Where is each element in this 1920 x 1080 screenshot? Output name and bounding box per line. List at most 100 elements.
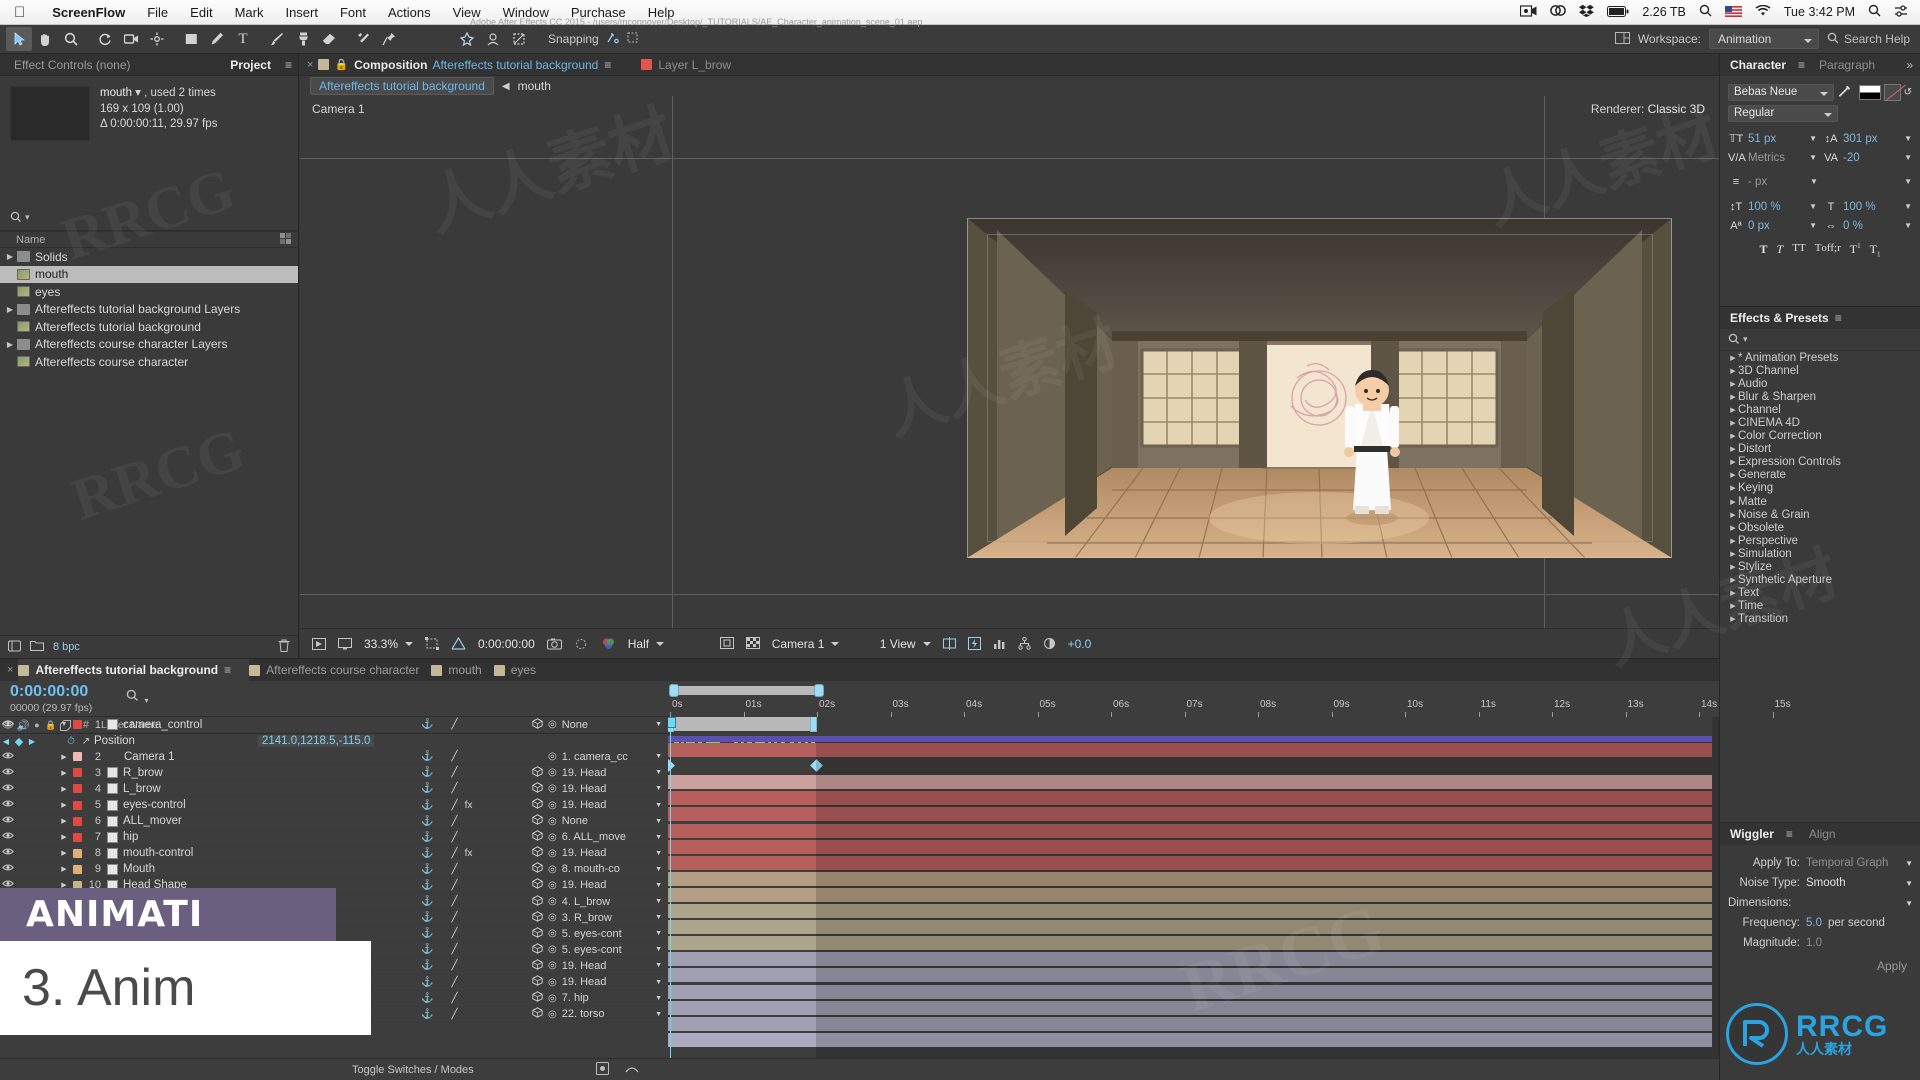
layer-3d-toggle[interactable]: [526, 766, 548, 780]
menu-item-font[interactable]: Font: [329, 5, 377, 20]
quality-toggle[interactable]: ╱: [449, 1009, 460, 1020]
tab-project[interactable]: Project: [222, 58, 279, 72]
layer-name-cell[interactable]: L_brow: [107, 783, 421, 795]
pickwhip-icon[interactable]: ◎: [548, 848, 557, 859]
tab-character[interactable]: Character: [1720, 58, 1792, 72]
effects-category-item[interactable]: ▶ Synthetic Aperture: [1720, 574, 1920, 587]
snapping-group[interactable]: Snapping: [548, 31, 639, 47]
shy-toggle[interactable]: ⚓: [421, 944, 432, 955]
stroke-style-chevron-icon[interactable]: ▼: [1904, 177, 1912, 186]
chevron-down-icon[interactable]: ▼: [1904, 202, 1912, 211]
pickwhip-icon[interactable]: ◎: [548, 880, 557, 891]
disclosure-triangle-icon[interactable]: ▶: [1728, 537, 1738, 545]
eyedropper-icon[interactable]: [1838, 85, 1851, 101]
panel-menu-icon[interactable]: ≡: [279, 58, 298, 72]
timeline-track[interactable]: [668, 742, 1719, 758]
show-channel-icon[interactable]: [595, 634, 622, 654]
tab-effect-controls[interactable]: Effect Controls (none): [0, 58, 145, 72]
disclosure-triangle-icon[interactable]: ▶: [1728, 550, 1738, 558]
project-list-item[interactable]: ▶ Solids: [0, 248, 298, 266]
project-list-item[interactable]: Aftereffects tutorial background: [0, 318, 298, 336]
disclosure-triangle-icon[interactable]: ▶: [1728, 419, 1738, 427]
camera-view-select[interactable]: Camera 1: [766, 634, 874, 654]
quality-toggle[interactable]: ╱: [449, 783, 460, 794]
frequency-value[interactable]: 5.0: [1806, 917, 1822, 929]
quality-toggle[interactable]: ╱: [449, 944, 460, 955]
layer-duration-bar[interactable]: [668, 920, 1712, 934]
frequency-row[interactable]: Frequency: 5.0 per second: [1720, 913, 1920, 933]
all-caps-button[interactable]: TT: [1792, 242, 1805, 258]
shy-toggle[interactable]: ⚓: [421, 928, 432, 939]
work-area-right-cap[interactable]: [810, 717, 817, 732]
interpret-footage-icon[interactable]: [8, 640, 21, 655]
menu-item-file[interactable]: File: [136, 5, 179, 20]
effects-category-item[interactable]: ▶ Color Correction: [1720, 430, 1920, 443]
layer-name-cell[interactable]: hip: [107, 831, 421, 843]
effects-category-item[interactable]: ▶ Obsolete: [1720, 521, 1920, 534]
us-flag-icon[interactable]: [1725, 5, 1742, 20]
dimensions-row[interactable]: Dimensions: ▼: [1720, 893, 1920, 913]
transparency-grid-icon[interactable]: [740, 634, 766, 654]
layer-visibility-toggle[interactable]: [0, 783, 16, 795]
disclosure-triangle-icon[interactable]: ▶: [1728, 511, 1738, 519]
project-list-item[interactable]: ▶ Aftereffects course character Layers: [0, 336, 298, 354]
region-of-interest-icon[interactable]: [419, 634, 445, 654]
chevron-down-icon[interactable]: ▼: [655, 769, 668, 776]
resolution-select[interactable]: Half: [622, 634, 714, 654]
layer-name-cell[interactable]: camera_control: [107, 719, 421, 731]
apply-to-row[interactable]: Apply To: Temporal Graph ▼: [1720, 853, 1920, 873]
effects-category-item[interactable]: ▶ Simulation: [1720, 547, 1920, 560]
timeline-ruler[interactable]: 0s 01s 02s 03s 04s 05s 06s 07s 08s 09s 10s 11s 12s 13…: [668, 681, 1719, 717]
layer-parent-select[interactable]: ◎ 6. ALL_move ▼: [548, 831, 668, 843]
exposure-value[interactable]: +0.0: [1062, 634, 1098, 654]
disclosure-triangle-icon[interactable]: ▶: [1728, 615, 1738, 623]
rotation-tool[interactable]: [92, 27, 118, 51]
chevron-down-icon[interactable]: ▼: [1809, 153, 1817, 162]
close-icon[interactable]: ×: [0, 664, 18, 676]
timeline-layer-row[interactable]: ▶ 4 L_brow ⚓ ╱ ◎ 19. Head ▼: [0, 781, 668, 797]
quality-toggle[interactable]: ╱: [449, 912, 460, 923]
composition-name[interactable]: Aftereffects tutorial background: [432, 58, 598, 72]
layer-label-color[interactable]: [70, 720, 85, 729]
puppet-starch-tool[interactable]: [454, 27, 480, 51]
chevron-down-icon[interactable]: ▼: [655, 995, 668, 1002]
layer-name-cell[interactable]: mouth-control: [107, 847, 421, 859]
pen-tool[interactable]: [204, 27, 230, 51]
layer-duration-bar[interactable]: [668, 904, 1712, 918]
tab-effects-presets[interactable]: Effects & Presets: [1730, 311, 1829, 325]
disclosure-triangle-icon[interactable]: ▶: [1728, 589, 1738, 597]
layer-3d-toggle[interactable]: [526, 991, 548, 1005]
chevron-down-icon[interactable]: ▼: [1905, 879, 1913, 888]
quality-toggle[interactable]: ╱: [449, 719, 460, 730]
disclosure-triangle-icon[interactable]: ▶: [1728, 367, 1738, 375]
layer-expand-triangle-icon[interactable]: ▶: [58, 801, 70, 809]
layer-visibility-toggle[interactable]: [0, 863, 16, 875]
main-viewer-icon[interactable]: [332, 634, 358, 654]
search-help-group[interactable]: Search Help: [1827, 32, 1910, 47]
layer-3d-toggle[interactable]: [526, 814, 548, 828]
layer-duration-bar[interactable]: [668, 1017, 1712, 1031]
chevron-down-icon[interactable]: ▼: [1905, 899, 1913, 908]
toggle-mask-icon[interactable]: [714, 634, 740, 654]
layer-expand-triangle-icon[interactable]: ▶: [58, 753, 70, 761]
layer-duration-bar[interactable]: [668, 968, 1712, 982]
layer-expand-triangle-icon[interactable]: ▶: [58, 849, 70, 857]
shy-toggle[interactable]: ⚓: [421, 848, 432, 859]
disclosure-triangle-icon[interactable]: ▶: [4, 340, 16, 349]
layer-3d-toggle[interactable]: [526, 927, 548, 941]
quality-toggle[interactable]: ╱: [449, 848, 460, 859]
timeline-layer-row[interactable]: ▼ 1 camera_control ⚓ ╱ ◎ None ▼: [0, 717, 668, 733]
layer-3d-toggle[interactable]: [526, 975, 548, 989]
disclosure-triangle-icon[interactable]: ▶: [1728, 380, 1738, 388]
work-area-start-handle[interactable]: [669, 684, 679, 697]
chevron-down-icon[interactable]: ▼: [1904, 221, 1912, 230]
font-style-select[interactable]: Regular: [1728, 105, 1838, 122]
quality-toggle[interactable]: ╱: [449, 751, 460, 762]
timeline-track[interactable]: [668, 839, 1719, 855]
timeline-layer-row[interactable]: ▶ 3 R_brow ⚓ ╱ ◎ 19. Head ▼: [0, 765, 668, 781]
selection-tool[interactable]: [6, 27, 32, 51]
disclosure-triangle-icon[interactable]: ▶: [1728, 563, 1738, 571]
next-keyframe-icon[interactable]: ▶: [26, 737, 38, 746]
quality-toggle[interactable]: ╱: [449, 896, 460, 907]
stroke-swatch[interactable]: [1884, 84, 1901, 101]
